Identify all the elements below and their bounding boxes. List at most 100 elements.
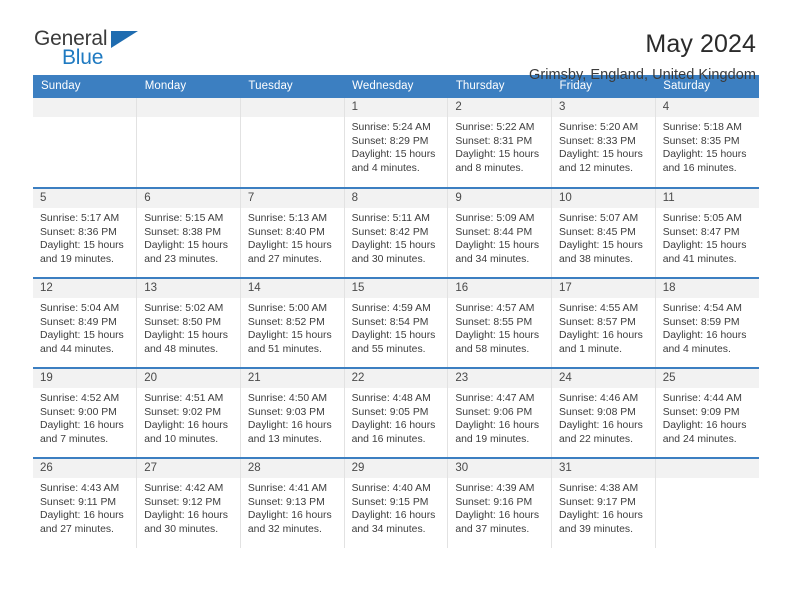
day-number — [240, 98, 344, 117]
calendar-day-cell[interactable]: 12 Sunrise: 5:04 AM Sunset: 8:49 PM Dayligh… — [33, 277, 138, 368]
day-number: 1 — [344, 98, 448, 117]
day-number: 30 — [448, 459, 552, 478]
daylight-duration-line1: Daylight: 15 hours — [455, 330, 540, 342]
calendar-day-cell[interactable]: 1 Sunrise: 5:24 AM Sunset: 8:29 PM Daylight… — [344, 98, 449, 188]
calendar-day-cell[interactable]: 23 Sunrise: 4:47 AM Sunset: 9:06 PM Dayligh… — [447, 367, 553, 458]
page-title: May 2024 — [645, 30, 756, 58]
calendar-day-cell[interactable]: 13 Sunrise: 5:02 AM Sunset: 8:50 PM Dayligh… — [136, 277, 241, 368]
calendar-day-cell[interactable]: 21 Sunrise: 4:50 AM Sunset: 9:03 PM Dayligh… — [240, 367, 345, 458]
day-details: Sunrise: 5:11 AM Sunset: 8:42 PM Daylight:… — [345, 208, 448, 266]
calendar-day-cell[interactable]: 25 Sunrise: 4:44 AM Sunset: 9:09 PM Dayligh… — [655, 367, 759, 458]
day-number — [655, 459, 759, 478]
day-number: 23 — [448, 369, 552, 388]
daylight-duration-line1: Daylight: 15 hours — [559, 240, 643, 252]
daylight-duration-line2: and 24 minutes. — [662, 433, 737, 445]
sunrise-time: Sunrise: 5:18 AM — [662, 122, 742, 133]
calendar-day-cell[interactable]: 7 Sunrise: 5:13 AM Sunset: 8:40 PM Daylight… — [240, 187, 345, 278]
calendar-day-cell[interactable]: 26 Sunrise: 4:43 AM Sunset: 9:11 PM Dayligh… — [33, 457, 138, 548]
daylight-duration-line1: Daylight: 15 hours — [144, 330, 228, 342]
day-details: Sunrise: 5:22 AM Sunset: 8:31 PM Daylight:… — [448, 117, 551, 175]
daylight-duration-line2: and 58 minutes. — [455, 343, 530, 355]
calendar-day-cell[interactable]: 28 Sunrise: 4:41 AM Sunset: 9:13 PM Dayligh… — [240, 457, 345, 548]
day-details: Sunrise: 4:41 AM Sunset: 9:13 PM Daylight:… — [241, 478, 344, 536]
day-details: Sunrise: 4:55 AM Sunset: 8:57 PM Daylight:… — [552, 298, 655, 356]
calendar-day-cell[interactable]: 24 Sunrise: 4:46 AM Sunset: 9:08 PM Dayligh… — [551, 367, 656, 458]
calendar-day-cell[interactable]: 6 Sunrise: 5:15 AM Sunset: 8:38 PM Daylight… — [136, 187, 241, 278]
sunrise-time: Sunrise: 4:57 AM — [455, 303, 535, 314]
day-details: Sunrise: 4:59 AM Sunset: 8:54 PM Daylight:… — [345, 298, 448, 356]
calendar-day-cell[interactable]: 2 Sunrise: 5:22 AM Sunset: 8:31 PM Daylight… — [447, 98, 553, 188]
day-details: Sunrise: 4:46 AM Sunset: 9:08 PM Daylight:… — [552, 388, 655, 446]
day-details: Sunrise: 4:51 AM Sunset: 9:02 PM Daylight:… — [137, 388, 240, 446]
daylight-duration-line1: Daylight: 16 hours — [351, 510, 436, 522]
sunset-time: Sunset: 9:13 PM — [247, 496, 325, 508]
sunset-time: Sunset: 8:45 PM — [559, 226, 636, 238]
calendar-day-cell[interactable]: 22 Sunrise: 4:48 AM Sunset: 9:05 PM Dayligh… — [344, 367, 449, 458]
calendar-week-row: 26 Sunrise: 4:43 AM Sunset: 9:11 PM Dayligh… — [33, 457, 759, 548]
sunrise-time: Sunrise: 5:20 AM — [559, 122, 639, 133]
day-details: Sunrise: 4:57 AM Sunset: 8:55 PM Daylight:… — [448, 298, 551, 356]
daylight-duration-line2: and 13 minutes. — [247, 433, 322, 445]
calendar-day-cell[interactable]: 3 Sunrise: 5:20 AM Sunset: 8:33 PM Daylight… — [551, 98, 656, 188]
daylight-duration-line1: Daylight: 16 hours — [40, 420, 124, 432]
sunrise-time: Sunrise: 5:07 AM — [559, 213, 639, 224]
daylight-duration-line2: and 30 minutes. — [351, 253, 426, 265]
sunset-time: Sunset: 9:03 PM — [247, 406, 325, 418]
daylight-duration-line2: and 19 minutes. — [40, 253, 114, 265]
daylight-duration-line2: and 39 minutes. — [559, 523, 633, 535]
calendar-day-cell[interactable]: 30 Sunrise: 4:39 AM Sunset: 9:16 PM Dayligh… — [447, 457, 553, 548]
calendar-day-cell[interactable]: 20 Sunrise: 4:51 AM Sunset: 9:02 PM Dayligh… — [136, 367, 241, 458]
sunrise-time: Sunrise: 4:44 AM — [662, 393, 742, 404]
daylight-duration-line2: and 4 minutes. — [662, 343, 731, 355]
calendar-day-cell[interactable]: 31 Sunrise: 4:38 AM Sunset: 9:17 PM Dayligh… — [551, 457, 656, 548]
sunrise-time: Sunrise: 5:17 AM — [40, 213, 120, 224]
calendar-day-cell[interactable]: 9 Sunrise: 5:09 AM Sunset: 8:44 PM Daylight… — [447, 187, 553, 278]
calendar-day-cell[interactable]: 18 Sunrise: 4:54 AM Sunset: 8:59 PM Dayligh… — [655, 277, 759, 368]
calendar-day-cell[interactable]: 16 Sunrise: 4:57 AM Sunset: 8:55 PM Dayligh… — [447, 277, 553, 368]
general-blue-logo[interactable]: General Blue — [34, 28, 146, 74]
day-number: 22 — [344, 369, 448, 388]
daylight-duration-line2: and 32 minutes. — [247, 523, 322, 535]
sunset-time: Sunset: 9:15 PM — [351, 496, 429, 508]
calendar-day-cell[interactable]: 10 Sunrise: 5:07 AM Sunset: 8:45 PM Dayligh… — [551, 187, 656, 278]
sunset-time: Sunset: 8:59 PM — [662, 316, 740, 328]
calendar-day-cell[interactable]: 4 Sunrise: 5:18 AM Sunset: 8:35 PM Daylight… — [655, 98, 759, 188]
daylight-duration-line1: Daylight: 16 hours — [247, 510, 332, 522]
calendar-day-cell[interactable]: 17 Sunrise: 4:55 AM Sunset: 8:57 PM Dayligh… — [551, 277, 656, 368]
sunset-time: Sunset: 9:02 PM — [144, 406, 222, 418]
day-number: 29 — [344, 459, 448, 478]
day-number: 10 — [552, 189, 655, 208]
sunset-time: Sunset: 9:09 PM — [662, 406, 740, 418]
calendar-day-cell[interactable]: 14 Sunrise: 5:00 AM Sunset: 8:52 PM Dayligh… — [240, 277, 345, 368]
sunset-time: Sunset: 8:49 PM — [40, 316, 117, 328]
day-number: 12 — [33, 279, 137, 298]
calendar-day-cell[interactable]: 19 Sunrise: 4:52 AM Sunset: 9:00 PM Dayligh… — [33, 367, 138, 458]
day-number: 14 — [240, 279, 344, 298]
day-number: 11 — [655, 189, 759, 208]
day-number: 26 — [33, 459, 137, 478]
day-number: 19 — [33, 369, 137, 388]
sunrise-time: Sunrise: 4:50 AM — [247, 393, 328, 404]
daylight-duration-line2: and 19 minutes. — [455, 433, 530, 445]
logo-text-blue: Blue — [62, 46, 104, 69]
calendar-day-cell[interactable]: 5 Sunrise: 5:17 AM Sunset: 8:36 PM Daylight… — [33, 187, 138, 278]
sunrise-time: Sunrise: 5:22 AM — [455, 122, 535, 133]
day-number: 16 — [448, 279, 552, 298]
calendar-week-row: 12 Sunrise: 5:04 AM Sunset: 8:49 PM Dayligh… — [33, 277, 759, 368]
day-details: Sunrise: 4:52 AM Sunset: 9:00 PM Daylight:… — [33, 388, 136, 446]
sunrise-time: Sunrise: 5:15 AM — [144, 213, 224, 224]
daylight-duration-line1: Daylight: 16 hours — [144, 510, 228, 522]
calendar-day-cell[interactable]: 27 Sunrise: 4:42 AM Sunset: 9:12 PM Dayligh… — [136, 457, 241, 548]
day-number — [33, 98, 137, 117]
daylight-duration-line1: Daylight: 16 hours — [40, 510, 124, 522]
calendar-day-cell[interactable]: 29 Sunrise: 4:40 AM Sunset: 9:15 PM Dayligh… — [344, 457, 449, 548]
calendar-day-cell[interactable]: 15 Sunrise: 4:59 AM Sunset: 8:54 PM Dayligh… — [344, 277, 449, 368]
day-number: 15 — [344, 279, 448, 298]
day-details: Sunrise: 5:00 AM Sunset: 8:52 PM Daylight:… — [241, 298, 344, 356]
calendar-day-cell[interactable]: 8 Sunrise: 5:11 AM Sunset: 8:42 PM Daylight… — [344, 187, 449, 278]
calendar-body: 1 Sunrise: 5:24 AM Sunset: 8:29 PM Daylight… — [33, 98, 759, 548]
sunrise-time: Sunrise: 4:54 AM — [662, 303, 742, 314]
calendar-day-cell[interactable]: 11 Sunrise: 5:05 AM Sunset: 8:47 PM Dayligh… — [655, 187, 759, 278]
day-details: Sunrise: 4:47 AM Sunset: 9:06 PM Daylight:… — [448, 388, 551, 446]
daylight-duration-line2: and 22 minutes. — [559, 433, 633, 445]
